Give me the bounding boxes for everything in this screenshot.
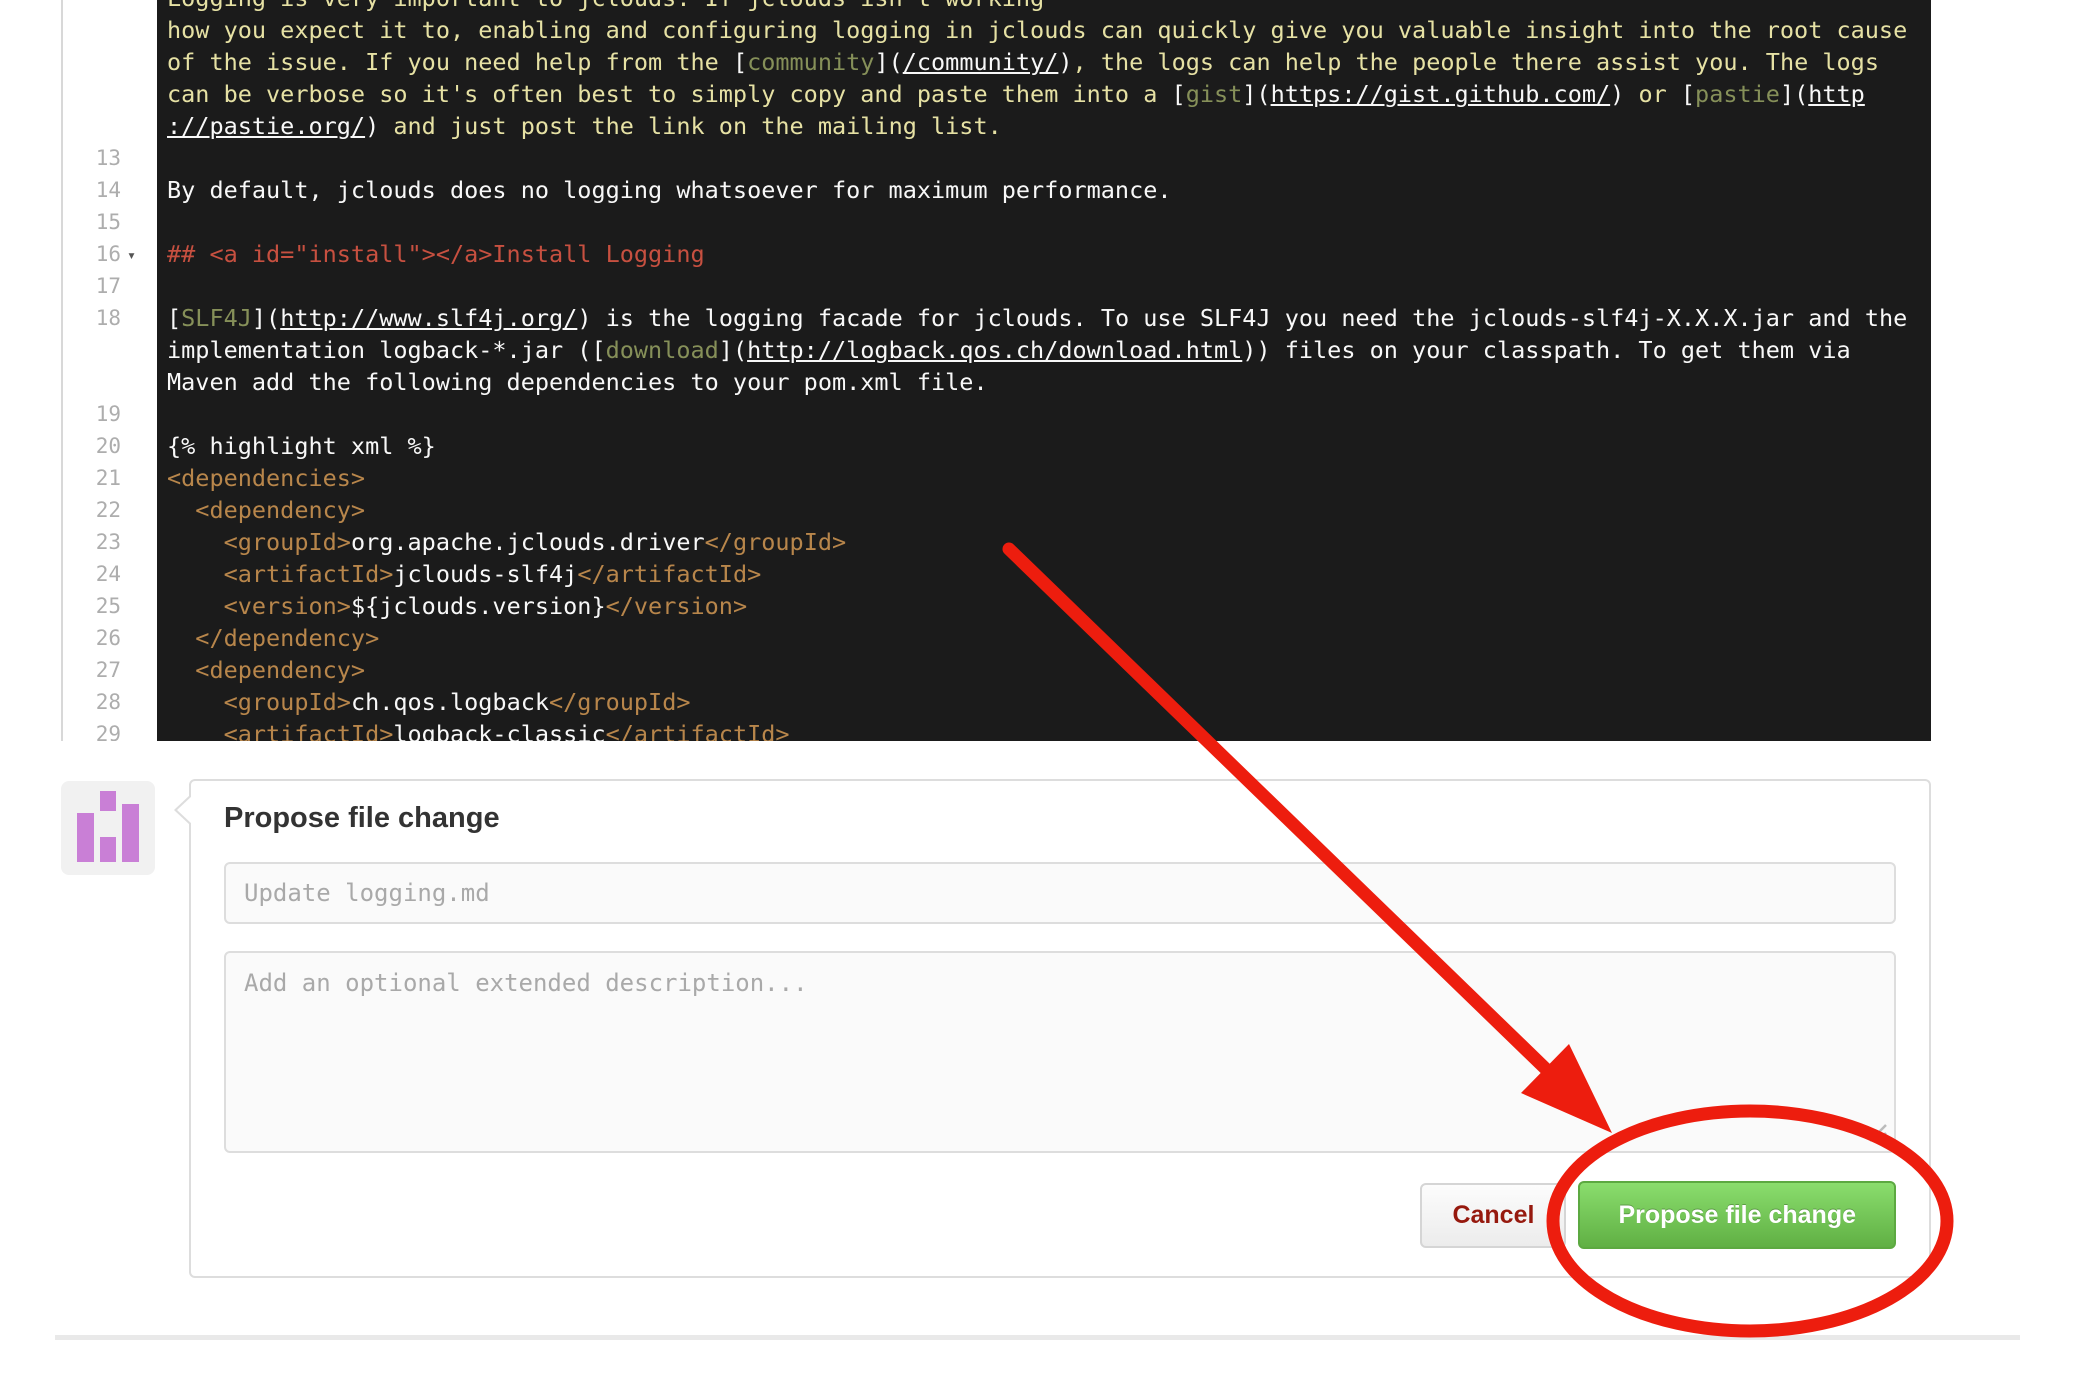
code-line-text: <artifactId>jclouds-slf4j</artifactId> [157, 558, 1931, 590]
code-line-text: Logging is very important to jclouds. If… [157, 0, 1931, 14]
bubble-caret [177, 795, 193, 825]
avatar-identicon [100, 837, 117, 861]
line-number: 14 [63, 174, 157, 206]
line-number: 23 [63, 526, 157, 558]
line-number: 15 [63, 206, 157, 238]
code-line: 14By default, jclouds does no logging wh… [63, 174, 1931, 206]
avatar-identicon [77, 813, 94, 862]
code-line: of the issue. If you need help from the … [63, 46, 1931, 78]
code-line-text: of the issue. If you need help from the … [157, 46, 1931, 78]
code-line-text [157, 270, 1931, 302]
code-line: ://pastie.org/) and just post the link o… [63, 110, 1931, 142]
code-line-text: ://pastie.org/) and just post the link o… [157, 110, 1931, 142]
code-line-text: </dependency> [157, 622, 1931, 654]
code-line: 27 <dependency> [63, 654, 1931, 686]
code-line: 22 <dependency> [63, 494, 1931, 526]
commit-title-input[interactable] [224, 862, 1896, 924]
code-line-text: [SLF4J](http://www.slf4j.org/) is the lo… [157, 302, 1931, 334]
line-number: 21 [63, 462, 157, 494]
propose-file-change-button[interactable]: Propose file change [1578, 1181, 1896, 1249]
line-number [63, 0, 157, 14]
line-number: 28 [63, 686, 157, 718]
code-line-text: <dependency> [157, 654, 1931, 686]
code-line: 18[SLF4J](http://www.slf4j.org/) is the … [63, 302, 1931, 334]
code-line-text: {% highlight xml %} [157, 430, 1931, 462]
propose-change-form: Propose file change Cancel Propose file … [189, 779, 1931, 1278]
code-line-text: <version>${jclouds.version}</version> [157, 590, 1931, 622]
code-line: 13 [63, 142, 1931, 174]
line-number [63, 110, 157, 142]
line-number [63, 14, 157, 46]
line-number [63, 78, 157, 110]
code-line-text: implementation logback-*.jar ([download]… [157, 334, 1931, 366]
line-number: 26 [63, 622, 157, 654]
code-line: 25 <version>${jclouds.version}</version> [63, 590, 1931, 622]
resize-handle-icon[interactable] [1864, 1119, 1888, 1143]
code-line: implementation logback-*.jar ([download]… [63, 334, 1931, 366]
avatar-identicon [122, 804, 139, 862]
code-line-text: <groupId>ch.qos.logback</groupId> [157, 686, 1931, 718]
code-line: 23 <groupId>org.apache.jclouds.driver</g… [63, 526, 1931, 558]
code-line: 15 [63, 206, 1931, 238]
code-line-text: can be verbose so it's often best to sim… [157, 78, 1931, 110]
line-number [63, 46, 157, 78]
line-number: 25 [63, 590, 157, 622]
line-number [63, 334, 157, 366]
code-line: 26 </dependency> [63, 622, 1931, 654]
avatar [61, 781, 155, 875]
code-line: 24 <artifactId>jclouds-slf4j</artifactId… [63, 558, 1931, 590]
cancel-button[interactable]: Cancel [1420, 1183, 1566, 1248]
code-line-text: <dependencies> [157, 462, 1931, 494]
line-number: 16 [63, 238, 157, 270]
code-line-text: <groupId>org.apache.jclouds.driver</grou… [157, 526, 1931, 558]
line-number [63, 366, 157, 398]
line-number: 17 [63, 270, 157, 302]
code-line-text: <artifactId>logback-classic</artifactId> [157, 718, 1931, 741]
form-heading: Propose file change [224, 802, 1896, 835]
code-line-text [157, 142, 1931, 174]
code-line: Maven add the following dependencies to … [63, 366, 1931, 398]
code-line-text: <dependency> [157, 494, 1931, 526]
avatar-identicon [100, 791, 117, 811]
code-line-text [157, 206, 1931, 238]
code-line: 28 <groupId>ch.qos.logback</groupId> [63, 686, 1931, 718]
line-number: 22 [63, 494, 157, 526]
code-line: Logging is very important to jclouds. If… [63, 0, 1931, 14]
line-number: 19 [63, 398, 157, 430]
line-number: 13 [63, 142, 157, 174]
code-line: 21<dependencies> [63, 462, 1931, 494]
code-line-text [157, 398, 1931, 430]
code-line-text: how you expect it to, enabling and confi… [157, 14, 1931, 46]
code-line-text: By default, jclouds does no logging what… [157, 174, 1931, 206]
code-line-text: ## <a id="install"></a>Install Logging [157, 238, 1931, 270]
code-line: 17 [63, 270, 1931, 302]
commit-description-textarea[interactable] [224, 951, 1896, 1153]
line-number: 20 [63, 430, 157, 462]
code-line-text: Maven add the following dependencies to … [157, 366, 1931, 398]
code-line: 19 [63, 398, 1931, 430]
code-line: 20{% highlight xml %} [63, 430, 1931, 462]
line-number: 27 [63, 654, 157, 686]
code-rows: Logging is very important to jclouds. If… [63, 0, 1931, 741]
line-number: 29 [63, 718, 157, 741]
divider [55, 1335, 2020, 1340]
line-number: 18 [63, 302, 157, 334]
code-line: can be verbose so it's often best to sim… [63, 78, 1931, 110]
line-number: 24 [63, 558, 157, 590]
code-line: 16▾ ## <a id="install"></a>Install Loggin… [63, 238, 1931, 270]
code-line: 29 <artifactId>logback-classic</artifact… [63, 718, 1931, 741]
code-line: how you expect it to, enabling and confi… [63, 14, 1931, 46]
fold-toggle-icon[interactable]: ▾ [127, 239, 136, 271]
code-editor[interactable]: Logging is very important to jclouds. If… [61, 0, 1931, 741]
